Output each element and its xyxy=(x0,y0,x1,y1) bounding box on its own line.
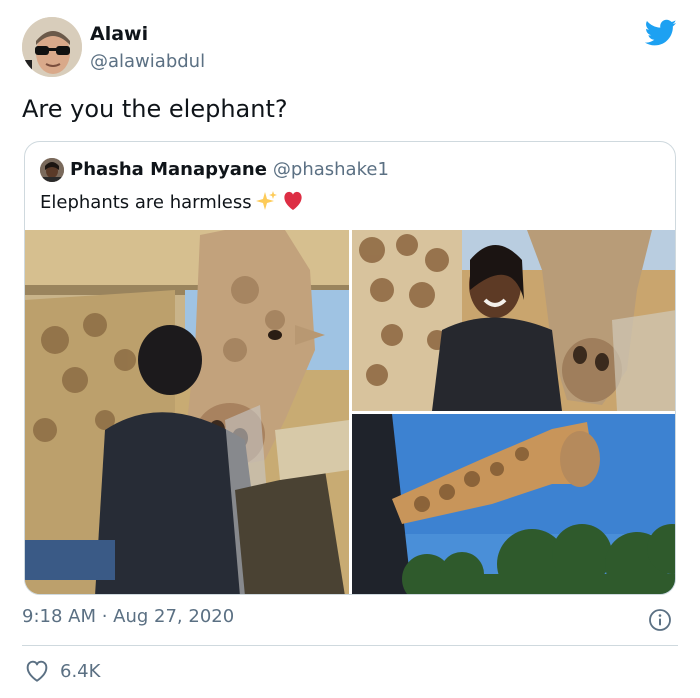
like-button[interactable]: 6.4K xyxy=(24,658,100,684)
divider xyxy=(22,645,678,646)
sparkles-emoji xyxy=(255,191,277,210)
quoted-author-handle[interactable]: @phashake1 xyxy=(273,159,389,180)
author-avatar[interactable] xyxy=(22,17,82,77)
quoted-author[interactable]: Phasha Manapyane @phashake1 xyxy=(70,159,389,180)
tweet-timestamp[interactable]: 9:18 AM · Aug 27, 2020 xyxy=(22,606,234,627)
tweet-text: Are you the elephant? xyxy=(22,95,288,123)
photo-giraffe-against-sky[interactable] xyxy=(352,414,675,594)
tweet-card: Alawi @alawiabdul Are you the elephant? … xyxy=(0,0,700,698)
quoted-tweet[interactable]: Phasha Manapyane @phashake1 Elephants are… xyxy=(24,141,676,595)
heart-outline-icon[interactable] xyxy=(24,658,50,684)
quoted-author-name[interactable]: Phasha Manapyane xyxy=(70,159,267,180)
quoted-author-avatar[interactable] xyxy=(40,158,64,182)
quoted-text-line: Elephants are harmless xyxy=(40,190,304,213)
twitter-bird-icon[interactable] xyxy=(645,19,677,47)
photo-giraffe-with-smiling-woman[interactable] xyxy=(352,230,675,411)
author-name[interactable]: Alawi xyxy=(90,23,148,45)
red-heart-emoji xyxy=(283,191,302,210)
photo-giraffe-behind-woman[interactable] xyxy=(25,230,349,594)
info-icon[interactable] xyxy=(648,608,672,632)
media-grid xyxy=(25,230,675,594)
like-count: 6.4K xyxy=(60,660,101,682)
author-handle[interactable]: @alawiabdul xyxy=(90,51,205,72)
quoted-tweet-text: Elephants are harmless xyxy=(40,192,252,213)
